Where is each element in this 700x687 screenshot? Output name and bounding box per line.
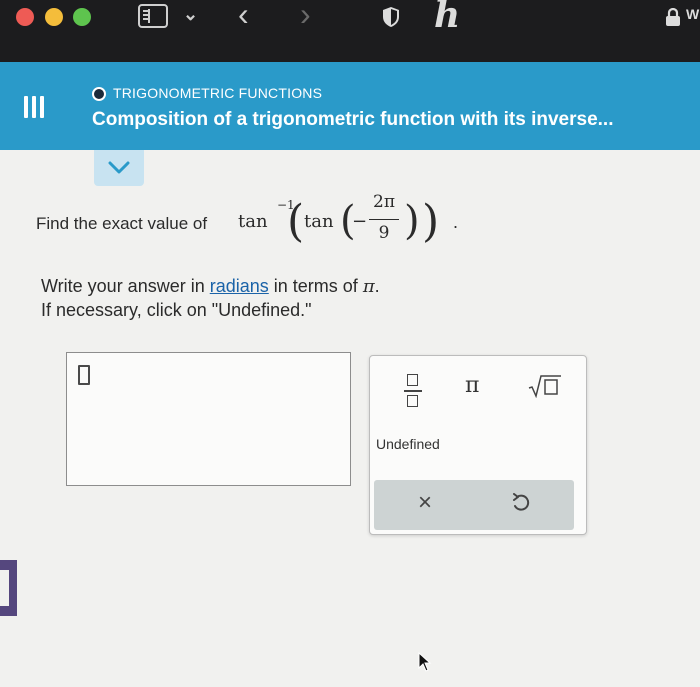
topic-label: TRIGONOMETRIC FUNCTIONS [113, 85, 323, 101]
chevron-down-icon [108, 161, 130, 174]
answer-placeholder-box[interactable] [78, 365, 90, 385]
keypad-actions: × [374, 480, 574, 530]
undefined-key[interactable]: Undefined [376, 436, 440, 452]
shield-icon[interactable] [381, 6, 401, 28]
forward-button[interactable]: › [300, 0, 311, 33]
lock-icon [666, 8, 680, 26]
undo-icon[interactable] [512, 493, 530, 513]
fraction-icon [407, 374, 418, 386]
math-keypad: π Undefined × [369, 355, 587, 535]
tab-logo-icon[interactable]: ℎ [434, 0, 460, 36]
browser-toolbar: ⌄ ‹ › ℎ W [0, 0, 700, 62]
back-button[interactable]: ‹ [238, 0, 249, 33]
question: Find the exact value of tan −1 ( tan ( −… [36, 190, 476, 260]
outer-right-paren: ) [422, 196, 440, 247]
question-period: . [453, 212, 459, 232]
close-window-button[interactable] [16, 8, 34, 26]
square-root-key[interactable] [528, 374, 562, 398]
url-fragment[interactable]: W [686, 6, 699, 22]
negative-sign: − [352, 211, 368, 232]
topic-status-icon [92, 87, 106, 101]
clear-button[interactable]: × [418, 489, 432, 517]
menu-icon[interactable] [24, 96, 44, 118]
fraction-numerator: 2π [373, 192, 395, 212]
pi-key[interactable]: π [465, 373, 479, 398]
chevron-down-icon[interactable]: ⌄ [183, 4, 198, 25]
lesson-header: TRIGONOMETRIC FUNCTIONS Composition of a… [0, 62, 700, 150]
answer-input[interactable] [66, 352, 351, 486]
outer-function: tan [238, 211, 268, 232]
side-panel-edge [0, 560, 17, 616]
radians-link[interactable]: radians [210, 276, 269, 296]
fraction-bar [369, 219, 399, 220]
sidebar-toggle-icon[interactable] [138, 4, 168, 28]
question-prompt: Find the exact value of [36, 214, 208, 233]
instruction-line-2: If necessary, click on "Undefined." [41, 300, 312, 320]
expand-header-button[interactable] [94, 150, 144, 186]
instruction-line-1: Write your answer in radians in terms of… [41, 276, 380, 297]
lesson-title: Composition of a trigonometric function … [92, 109, 614, 130]
fraction-denominator: 9 [378, 223, 390, 243]
fraction-key[interactable] [404, 374, 422, 408]
zoom-window-button[interactable] [73, 8, 91, 26]
outer-left-paren: ( [287, 196, 305, 247]
inner-function: tan [304, 211, 334, 232]
inner-right-paren: ) [404, 198, 420, 244]
mouse-pointer-icon [418, 652, 432, 672]
minimize-window-button[interactable] [45, 8, 63, 26]
